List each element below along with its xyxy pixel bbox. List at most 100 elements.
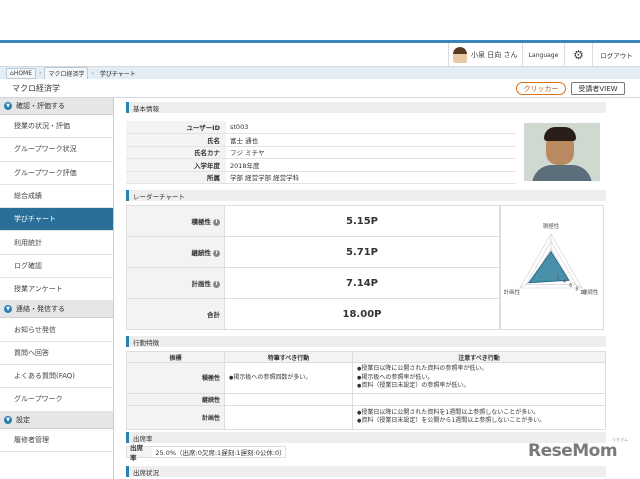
good-cell [224,404,353,430]
sidebar-item-notice[interactable]: お知らせ発信 [0,318,113,342]
label: 計画性 i [126,267,225,299]
chevron-right-icon: › [91,69,94,77]
table-row: 所属 学部 経営学部 経営学科 [126,171,516,184]
radar-axis-label: 計画性 [504,288,521,296]
table-row: 継続性 [126,392,606,406]
label: 積極性 i [126,205,225,237]
logout-button[interactable]: ログアウト [592,43,640,67]
list-item: 掲示板への参照率が低い。 [357,374,601,383]
radar-tick-label: 8 [575,286,578,292]
sidebar-section-settings[interactable]: ▼ 設定 [0,411,113,429]
info-icon[interactable]: i [213,249,220,257]
breadcrumb: ⌂HOME › マクロ経済学 › 学びチャート [0,66,640,80]
sidebar-item-class-status[interactable]: 授業の状況・評価 [0,115,113,139]
watermark-sub: リセマム [612,437,628,442]
table-row: 計画性 i 7.14P [126,267,500,299]
sidebar-section-review[interactable]: ▼ 確認・評価する [0,98,113,115]
list-item: 授業日以降に公開された資料の参照率が低い。 [357,365,601,374]
chevron-down-icon: ▼ [4,415,12,424]
good-cell [224,392,353,406]
attendance-status-header: 出席状況 [126,466,606,477]
list-item: 掲示板への参照回数が多い。 [229,374,348,383]
sidebar-item-log[interactable]: ログ確認 [0,255,113,279]
photo-shirt [532,165,592,181]
sidebar-item-faq[interactable]: よくある質問(FAQ) [0,365,113,389]
user-name: 小泉 日向 さん [471,51,518,59]
sidebar-item-groupwork-eval[interactable]: グループワーク評価 [0,162,113,185]
behavior-table: 振標特筆すべき行動注意すべき行動 積極性 掲示板への参照回数が多い。 授業日以降… [126,351,606,430]
label: 氏名 [126,133,226,147]
radar-axis-label: 積極性 [543,222,560,230]
label: 所属 [126,171,226,184]
table-row: 積極性 i 5.15P [126,205,500,237]
radar-series-area [527,250,570,284]
value: 5.71P [224,236,500,268]
attendance-row: 出席率 25.0%（出席:0欠席:1遅刻:1遅刻:0公休:0） [126,444,286,462]
user-menu[interactable]: 小泉 日向 さん [448,43,522,67]
chevron-right-icon: › [39,69,42,77]
label: 継続性 i [126,236,225,268]
radar-tick-label: 4 [563,279,566,285]
radar-svg: 積極性継続性計画性246810 [504,222,599,296]
info-icon[interactable]: i [213,218,220,226]
clicker-button[interactable]: クリッカー [516,82,566,95]
course-title: マクロ経済学 [12,84,60,93]
student-photo [524,123,600,181]
sidebar-item-groupwork-status[interactable]: グループワーク状況 [0,138,113,162]
sidebar-item-learning-chart[interactable]: 学びチャート [0,208,113,232]
table-row: 積極性 掲示板への参照回数が多い。 授業日以降に公開された資料の参照率が低い。掲… [126,362,606,394]
label: 氏名カナ [126,146,226,159]
sidebar-item-grades[interactable]: 総合成績 [0,185,113,209]
column-header: 振標 [126,351,225,363]
radar-tick-label: 6 [569,283,572,289]
student-view-button[interactable]: 受講者VIEW [571,82,625,95]
value: 2018年度 [226,158,516,172]
column-header: 特筆すべき行動 [224,351,353,363]
table-row: 入学年度 2018年度 [126,158,516,172]
chevron-down-icon: ▼ [4,102,12,110]
sidebar: ▼ 確認・評価する 授業の状況・評価 グループワーク状況 グループワーク評価 総合… [0,98,114,479]
chevron-down-icon: ▼ [4,305,12,314]
table-row: ユーザーID st003 [126,121,516,134]
value: 5.15P [224,205,500,237]
behavior-header: 行動特徴 [126,336,606,347]
attendance-label: 出席率 [127,444,153,462]
table-row: 合計 18.00P [126,298,500,330]
basic-info-header: 基本情報 [126,102,606,113]
info-icon[interactable]: i [213,280,220,288]
sidebar-item-survey[interactable]: 授業アンケート [0,278,113,302]
value: フジ ミチヤ [226,146,516,159]
radar-tick-label: 10 [580,290,586,296]
label: ユーザーID [126,121,226,134]
sidebar-item-answer[interactable]: 質問へ回答 [0,342,113,365]
list-item: 資料（授業日未設定）を公開から1週間以上参照しないことが多い。 [357,417,601,426]
table-row: 氏名 富士 通也 [126,133,516,147]
watermark-logo: ReseMom [528,441,618,461]
sidebar-section-contact[interactable]: ▼ 連絡・発信する [0,301,113,319]
language-button[interactable]: Language [522,43,564,67]
table-header-row: 振標 特筆すべき行動 注意すべき行動 [126,351,606,363]
value: 学部 経営学部 経営学科 [226,171,516,184]
bad-cell: 授業日以降に公開された資料の参照率が低い。掲示板への参照率が低い。資料（授業日未… [352,362,606,394]
sidebar-item-enrollment[interactable]: 履修者管理 [0,429,113,452]
bad-cell: 授業日以降に公開された資料を1週間以上参照しないことが多い。資料（授業日未設定）… [352,404,606,430]
label-text: 計画性 [191,280,212,288]
sidebar-item-groupwork[interactable]: グループワーク [0,388,113,412]
radar-header: レーダーチャート [126,190,606,201]
label: 継続性 [126,392,225,406]
avatar [453,47,467,63]
top-header: 小泉 日向 さん Language ⚙ ログアウト [0,43,640,67]
attendance-value: 25.0%（出席:0欠席:1遅刻:1遅刻:0公休:0） [155,449,286,457]
table-row: 継続性 i 5.71P [126,236,500,268]
label: 合計 [126,298,225,330]
breadcrumb-course[interactable]: マクロ経済学 [44,66,89,80]
breadcrumb-home[interactable]: ⌂HOME [6,67,37,79]
column-header: 注意すべき行動 [352,351,606,363]
course-titlebar: マクロ経済学 クリッカー 受講者VIEW [0,79,640,98]
gear-icon[interactable]: ⚙ [564,43,592,67]
value: st003 [226,121,516,134]
table-row: 計画性 授業日以降に公開された資料を1週間以上参照しないことが多い。資料（授業日… [126,404,606,430]
sidebar-item-usage-stats[interactable]: 利用統計 [0,231,113,255]
value: 7.14P [224,267,500,299]
list-item: 授業日以降に公開された資料を1週間以上参照しないことが多い。 [357,409,601,418]
